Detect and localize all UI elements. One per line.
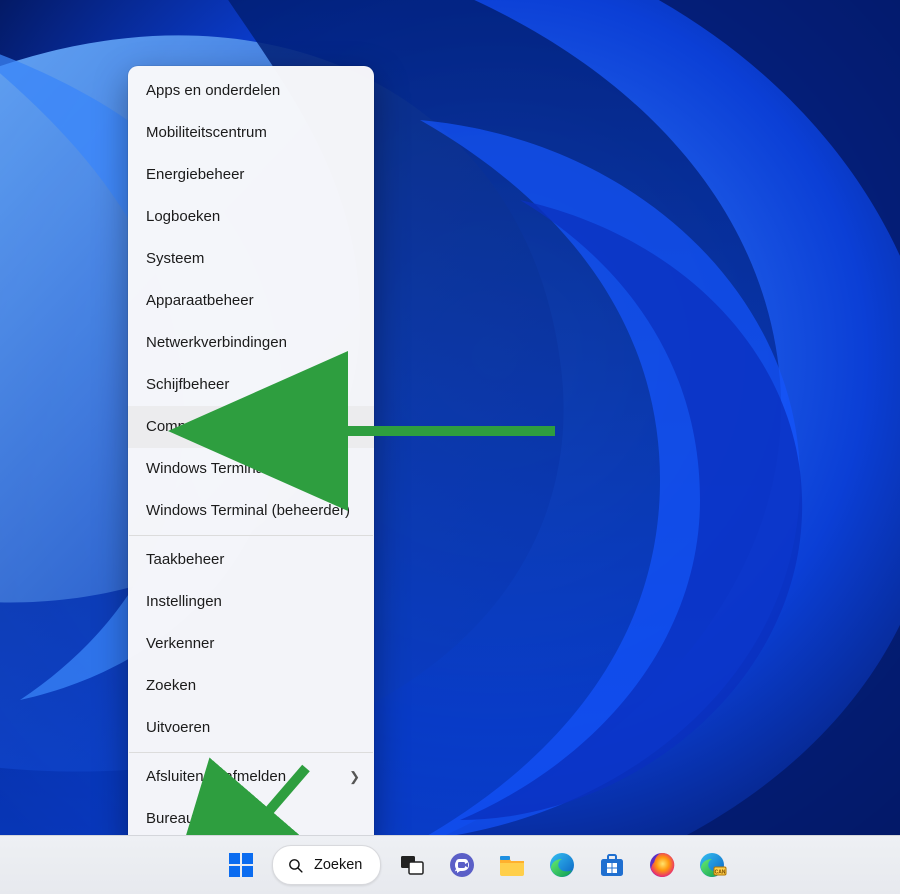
menu-item-explorer[interactable]: Verkenner — [128, 623, 374, 665]
store-button[interactable] — [593, 846, 631, 884]
edge-icon — [547, 850, 577, 880]
menu-item-power[interactable]: Energiebeheer — [128, 154, 374, 196]
menu-item-settings[interactable]: Instellingen — [128, 581, 374, 623]
menu-item-search[interactable]: Zoeken — [128, 665, 374, 707]
desktop: Apps en onderdelenMobiliteitscentrumEner… — [0, 0, 900, 894]
chat-button[interactable] — [443, 846, 481, 884]
taskbar: Zoeken — [0, 835, 900, 894]
menu-item-network[interactable]: Netwerkverbindingen — [128, 322, 374, 364]
chevron-right-icon: ❯ — [349, 756, 360, 798]
task-view-icon — [398, 851, 426, 879]
menu-separator — [129, 535, 373, 536]
menu-item-run[interactable]: Uitvoeren — [128, 707, 374, 749]
edge-button[interactable] — [543, 846, 581, 884]
menu-item-mobility[interactable]: Mobiliteitscentrum — [128, 112, 374, 154]
svg-text:CAN: CAN — [715, 870, 726, 876]
taskbar-search-label: Zoeken — [314, 857, 362, 873]
edge-canary-icon: CAN — [697, 850, 727, 880]
menu-item-diskmgmt[interactable]: Schijfbeheer — [128, 364, 374, 406]
start-button[interactable] — [222, 846, 260, 884]
menu-item-desktop[interactable]: Bureaublad — [128, 798, 374, 840]
file-explorer-button[interactable] — [493, 846, 531, 884]
menu-item-shutdown[interactable]: Afsluiten of afmelden❯ — [128, 756, 374, 798]
start-icon — [227, 851, 255, 879]
menu-item-eventlogs[interactable]: Logboeken — [128, 196, 374, 238]
menu-item-device-mgr[interactable]: Apparaatbeheer — [128, 280, 374, 322]
edge-canary-button[interactable]: CAN — [693, 846, 731, 884]
menu-item-compmgmt[interactable]: Computerbeheer — [128, 406, 374, 448]
task-view-button[interactable] — [393, 846, 431, 884]
menu-separator — [129, 752, 373, 753]
file-explorer-icon — [497, 850, 527, 880]
chat-icon — [448, 851, 476, 879]
menu-item-terminal-admin[interactable]: Windows Terminal (beheerder) — [128, 490, 374, 532]
firefox-icon — [647, 850, 677, 880]
menu-item-system[interactable]: Systeem — [128, 238, 374, 280]
microsoft-store-icon — [598, 851, 626, 879]
winx-context-menu: Apps en onderdelenMobiliteitscentrumEner… — [128, 66, 374, 846]
menu-item-apps-features[interactable]: Apps en onderdelen — [128, 70, 374, 112]
menu-item-terminal[interactable]: Windows Terminal — [128, 448, 374, 490]
taskbar-search[interactable]: Zoeken — [272, 845, 381, 885]
menu-item-taskmgr[interactable]: Taakbeheer — [128, 539, 374, 581]
firefox-button[interactable] — [643, 846, 681, 884]
search-icon — [287, 857, 304, 874]
